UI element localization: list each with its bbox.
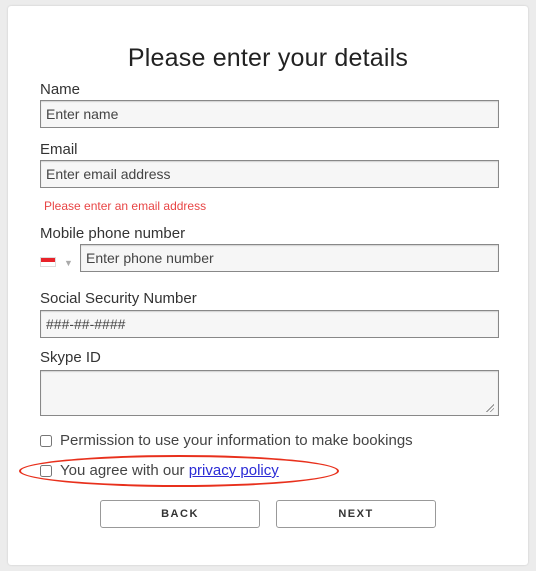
singapore-flag-icon[interactable] [40,257,56,267]
skype-input[interactable] [40,370,499,416]
next-button[interactable]: NEXT [276,500,436,528]
caret-down-icon[interactable]: ▼ [64,258,73,268]
skype-label: Skype ID [40,349,101,366]
form-title: Please enter your details [127,44,409,72]
name-input[interactable] [40,100,499,128]
privacy-label-prefix: You agree with our [60,462,189,479]
email-error-message: Please enter an email address [44,199,207,213]
privacy-label: You agree with our privacy policy [60,462,279,479]
privacy-checkbox[interactable] [40,464,52,477]
ssn-label: Social Security Number [40,290,197,307]
permission-checkbox[interactable] [40,434,52,447]
phone-label: Mobile phone number [40,225,186,242]
resize-grip-icon[interactable] [486,404,494,412]
details-form-card: Please enter your details Name Email Ple… [8,6,528,565]
email-label: Email [40,141,78,158]
privacy-policy-link[interactable]: privacy policy [189,462,279,479]
phone-input[interactable] [80,244,499,272]
ssn-input[interactable] [40,310,499,338]
permission-row: Permission to use your information to ma… [40,432,413,449]
name-label: Name [40,81,81,98]
back-button[interactable]: BACK [100,500,260,528]
privacy-row: You agree with our privacy policy [40,462,279,479]
permission-label: Permission to use your information to ma… [60,432,413,449]
email-input[interactable] [40,160,499,188]
